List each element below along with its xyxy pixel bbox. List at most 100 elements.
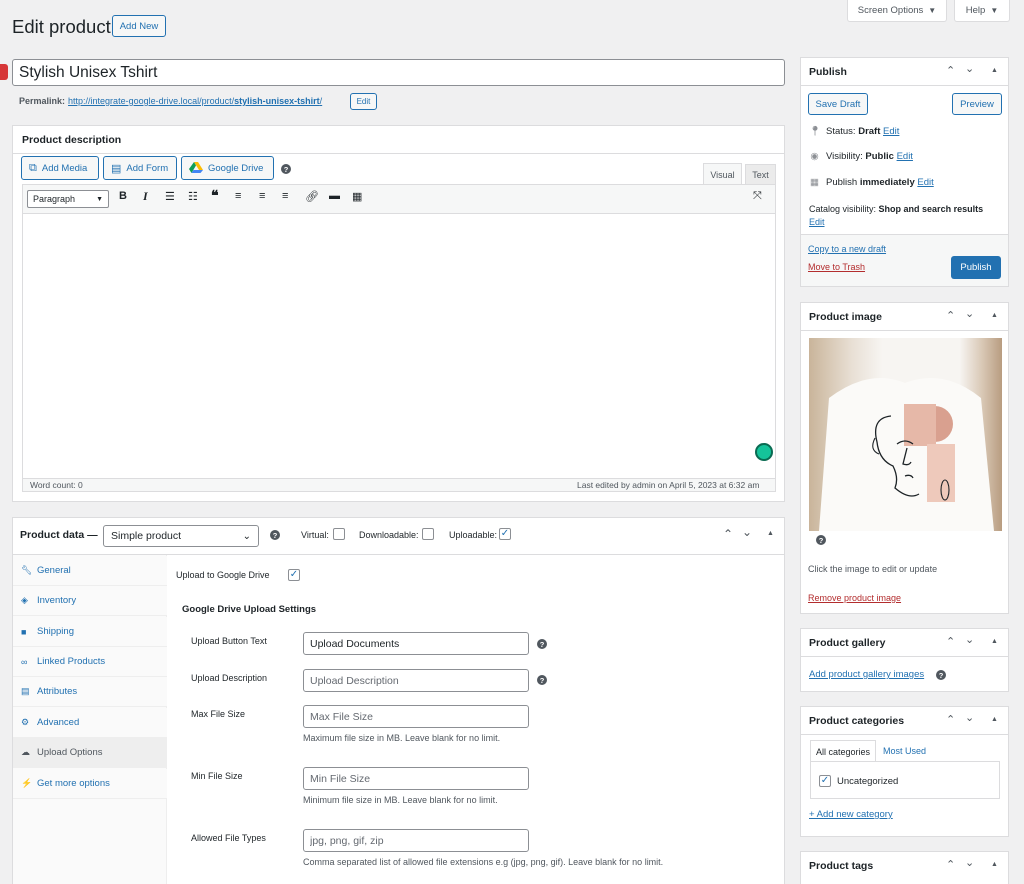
permalink-link[interactable]: http://integrate-google-drive.local/prod…	[68, 96, 322, 106]
add-form-button[interactable]: ▤ Add Form	[103, 156, 177, 180]
toolbar-toggle-icon[interactable]: ▦	[352, 190, 362, 203]
min-size-input[interactable]	[303, 767, 529, 790]
toggle-panel-icon[interactable]: ▲	[991, 638, 998, 645]
schedule-edit-link[interactable]: Edit	[917, 177, 933, 188]
add-new-button[interactable]: Add New	[112, 15, 166, 37]
help-icon[interactable]: ?	[281, 164, 291, 174]
product-type-select[interactable]: Simple product ⌄	[103, 525, 259, 547]
permalink-edit-button[interactable]: Edit	[350, 93, 377, 110]
toggle-panel-icon[interactable]: ▲	[767, 530, 774, 537]
fullscreen-icon[interactable]: ⤧	[753, 190, 762, 203]
add-gallery-images-link[interactable]: Add product gallery images	[809, 669, 924, 680]
help-icon[interactable]: ?	[270, 530, 280, 540]
screen-options-button[interactable]: Screen Options ▼	[847, 0, 947, 22]
italic-icon[interactable]: I	[143, 189, 148, 204]
google-drive-button[interactable]: Google Drive	[181, 156, 274, 180]
numbered-list-icon[interactable]: ☷	[188, 190, 198, 203]
product-title-input[interactable]	[12, 59, 785, 86]
pd-tab-advanced[interactable]: ⚙ Advanced	[13, 708, 167, 738]
move-down-icon[interactable]: ⌄	[965, 62, 974, 75]
chevron-down-icon: ▼	[96, 195, 103, 203]
move-up-icon[interactable]: ⌃	[946, 64, 955, 77]
align-right-icon[interactable]: ≡	[282, 190, 288, 202]
move-to-trash-link[interactable]: Move to Trash	[808, 262, 865, 272]
media-icon: ⧉	[29, 161, 37, 174]
caret-down-icon: ▼	[990, 6, 999, 15]
link-icon[interactable]: 🔗︎	[305, 190, 319, 203]
downloadable-checkbox[interactable]	[422, 528, 434, 540]
move-down-icon[interactable]: ⌄	[965, 711, 974, 724]
grammarly-icon[interactable]	[755, 443, 773, 461]
tab-most-used[interactable]: Most Used	[883, 746, 926, 756]
copy-draft-link[interactable]: Copy to a new draft	[808, 244, 886, 254]
move-down-icon[interactable]: ⌄	[965, 856, 974, 869]
align-center-icon[interactable]: ≡	[259, 190, 265, 202]
pd-tab-get-more-options[interactable]: ⚡ Get more options	[13, 769, 167, 799]
tab-text[interactable]: Text	[745, 164, 776, 184]
tab-all-categories[interactable]: All categories	[810, 740, 876, 762]
allowed-types-input[interactable]	[303, 829, 529, 852]
add-new-category-link[interactable]: + Add new category	[809, 809, 893, 820]
button-text-input[interactable]	[303, 632, 529, 655]
allowed-types-label: Allowed File Types	[191, 833, 266, 843]
product-categories-title: Product categories	[809, 715, 905, 727]
virtual-checkbox[interactable]	[333, 528, 345, 540]
upload-to-drive-checkbox[interactable]: ✓	[288, 569, 300, 581]
max-size-input[interactable]	[303, 705, 529, 728]
add-media-button[interactable]: ⧉ Add Media	[21, 156, 99, 180]
category-label: Uncategorized	[837, 776, 899, 787]
publish-button[interactable]: Publish	[951, 256, 1001, 279]
move-down-icon[interactable]: ⌄	[965, 307, 974, 320]
read-more-icon[interactable]: ▬	[329, 190, 340, 202]
move-down-icon[interactable]: ⌄	[965, 633, 974, 646]
pd-tab-inventory[interactable]: ◈ Inventory	[13, 586, 167, 616]
product-thumbnail[interactable]	[809, 338, 1002, 531]
bold-icon[interactable]: B	[119, 190, 127, 202]
checkmark-icon: ✓	[289, 569, 299, 580]
move-up-icon[interactable]: ⌃	[946, 635, 955, 648]
pd-tab-attributes[interactable]: ▤ Attributes	[13, 677, 167, 707]
help-icon[interactable]: ?	[816, 535, 826, 545]
pd-tab-shipping[interactable]: ■ Shipping	[13, 617, 167, 647]
pd-tab-linked-products[interactable]: ∞ Linked Products	[13, 647, 167, 677]
help-button[interactable]: Help ▼	[954, 0, 1010, 22]
remove-product-image-link[interactable]: Remove product image	[808, 593, 901, 603]
move-down-icon[interactable]: ⌄	[742, 525, 752, 539]
preview-button[interactable]: Preview	[952, 93, 1002, 115]
catalog-visibility: Catalog visibility: Shop and search resu…	[809, 204, 984, 227]
link-icon: ∞	[21, 656, 28, 667]
editor-toolbar	[22, 184, 776, 214]
toggle-panel-icon[interactable]: ▲	[991, 67, 998, 74]
blockquote-icon[interactable]: ❝	[211, 187, 219, 204]
toggle-panel-icon[interactable]: ▲	[991, 312, 998, 319]
status-edit-link[interactable]: Edit	[883, 126, 899, 137]
bullet-list-icon[interactable]: ☰	[165, 190, 175, 203]
visibility-edit-link[interactable]: Edit	[897, 151, 913, 162]
uploadable-label: Uploadable:	[449, 530, 498, 540]
upload-description-input[interactable]	[303, 669, 529, 692]
format-select[interactable]: Paragraph ▼	[27, 190, 109, 208]
editor-content-area[interactable]	[22, 213, 776, 479]
move-up-icon[interactable]: ⌃	[946, 858, 955, 871]
help-icon[interactable]: ?	[537, 675, 547, 685]
help-icon[interactable]: ?	[537, 639, 547, 649]
tab-visual[interactable]: Visual	[703, 163, 742, 185]
gear-icon: ⚙	[21, 717, 30, 727]
add-media-label: Add Media	[41, 162, 88, 174]
save-draft-button[interactable]: Save Draft	[808, 93, 868, 115]
align-left-icon[interactable]: ≡	[235, 190, 241, 202]
catalog-edit-link[interactable]: Edit	[809, 217, 825, 227]
pd-tab-upload-options[interactable]: ☁ Upload Options	[13, 738, 167, 768]
uploadable-checkbox[interactable]: ✓	[499, 528, 511, 540]
move-up-icon[interactable]: ⌃	[946, 713, 955, 726]
toggle-panel-icon[interactable]: ▲	[991, 716, 998, 723]
pd-tab-general[interactable]: 🔧︎ General	[13, 556, 167, 586]
toggle-panel-icon[interactable]: ▲	[991, 861, 998, 868]
move-up-icon[interactable]: ⌃	[946, 309, 955, 322]
help-icon[interactable]: ?	[936, 670, 946, 680]
truck-icon: ■	[21, 626, 27, 637]
category-checkbox[interactable]: ✓	[819, 775, 831, 787]
checkmark-icon: ✓	[500, 528, 510, 539]
publish-header-divider	[801, 85, 1008, 86]
move-up-icon[interactable]: ⌃	[723, 527, 733, 541]
